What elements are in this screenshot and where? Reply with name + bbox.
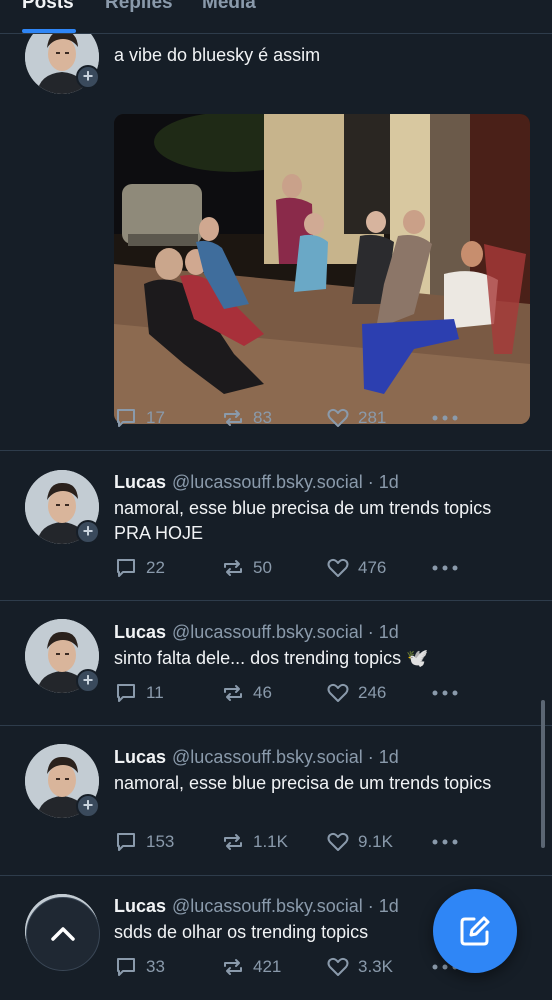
author-handle[interactable]: @lucassouff.bsky.social: [172, 622, 363, 642]
more-options-button[interactable]: [432, 680, 466, 706]
more-icon: [432, 690, 458, 696]
reply-button[interactable]: 17: [114, 405, 165, 431]
reply-count: 22: [146, 558, 165, 577]
post-item[interactable]: + Lucas @lucassouff.bsky.social · 1d sint…: [0, 601, 552, 726]
post-meta: Lucas @lucassouff.bsky.social · 1d: [114, 896, 399, 917]
tab-posts[interactable]: Posts: [22, 0, 74, 14]
heart-icon: [327, 558, 349, 577]
reply-icon: [117, 409, 135, 427]
author-name[interactable]: Lucas: [114, 622, 166, 642]
repost-count: 46: [253, 683, 272, 702]
author-handle[interactable]: @lucassouff.bsky.social: [172, 472, 363, 492]
heart-icon: [327, 683, 349, 702]
repost-icon: [224, 959, 242, 975]
post-image[interactable]: [114, 114, 530, 424]
post-actions: 11 46 246: [114, 680, 534, 706]
author-name[interactable]: Lucas: [114, 472, 166, 492]
post-text: namoral, esse blue precisa de um trends …: [114, 773, 492, 793]
compose-icon: [460, 916, 490, 946]
post-actions: 17 83 281: [114, 405, 534, 431]
follow-button[interactable]: +: [76, 520, 100, 544]
author-handle[interactable]: @lucassouff.bsky.social: [172, 747, 363, 767]
repost-icon: [224, 410, 242, 426]
reply-icon: [117, 958, 135, 976]
post-item[interactable]: + Lucas @lucassouff.bsky.social · 1d namo…: [0, 451, 552, 601]
more-icon: [432, 565, 458, 571]
post-meta: Lucas @lucassouff.bsky.social · 1d: [114, 747, 399, 768]
follow-button[interactable]: +: [76, 65, 100, 89]
like-button[interactable]: 246: [326, 680, 386, 706]
like-button[interactable]: 3.3K: [326, 954, 393, 980]
profile-tabs: Posts Replies Media: [0, 0, 552, 34]
reply-icon: [117, 559, 135, 577]
reply-count: 153: [146, 832, 175, 851]
repost-button[interactable]: 1.1K: [221, 829, 288, 855]
repost-count: 83: [253, 408, 272, 427]
reply-count: 11: [146, 683, 164, 702]
post-meta: Lucas @lucassouff.bsky.social · 1d: [114, 472, 399, 493]
post-text: namoral, esse blue precisa de um trends …: [114, 498, 492, 543]
reply-button[interactable]: 11: [114, 680, 164, 706]
like-button[interactable]: 476: [326, 555, 386, 581]
post-time: · 1d: [367, 896, 399, 916]
repost-button[interactable]: 46: [221, 680, 272, 706]
repost-icon: [224, 685, 242, 701]
repost-count: 421: [253, 957, 282, 976]
post-time: · 1d: [367, 472, 399, 492]
follow-button[interactable]: +: [76, 669, 100, 693]
active-tab-indicator: [22, 29, 76, 33]
post-time: · 1d: [367, 747, 399, 767]
reply-button[interactable]: 33: [114, 954, 165, 980]
post-text: sinto falta dele... dos trending topics …: [114, 648, 429, 668]
tab-media[interactable]: Media: [202, 0, 256, 14]
repost-count: 1.1K: [253, 832, 288, 851]
like-count: 3.3K: [358, 957, 393, 976]
tab-replies[interactable]: Replies: [105, 0, 173, 14]
scrollbar[interactable]: [541, 700, 545, 848]
post-meta: Lucas @lucassouff.bsky.social · 1d: [114, 622, 399, 643]
follow-button[interactable]: +: [76, 794, 100, 818]
author-handle[interactable]: @lucassouff.bsky.social: [172, 896, 363, 916]
reply-count: 17: [146, 408, 165, 427]
like-count: 281: [358, 408, 387, 427]
heart-icon: [327, 408, 349, 427]
repost-button[interactable]: 50: [221, 555, 272, 581]
repost-count: 50: [253, 558, 272, 577]
reply-count: 33: [146, 957, 165, 976]
author-name[interactable]: Lucas: [114, 896, 166, 916]
like-count: 246: [358, 683, 387, 702]
more-icon: [432, 839, 458, 845]
repost-icon: [224, 560, 242, 576]
heart-icon: [327, 957, 349, 976]
reply-button[interactable]: 153: [114, 829, 174, 855]
repost-button[interactable]: 83: [221, 405, 272, 431]
like-count: 476: [358, 558, 387, 577]
like-count: 9.1K: [358, 832, 393, 851]
reply-icon: [117, 833, 135, 851]
heart-icon: [327, 832, 349, 851]
like-button[interactable]: 9.1K: [326, 829, 393, 855]
post-item[interactable]: + Lucas @lucassouff.bsky.social · 1d namo…: [0, 726, 552, 876]
repost-button[interactable]: 421: [221, 954, 281, 980]
more-options-button[interactable]: [432, 405, 466, 431]
repost-icon: [224, 834, 242, 850]
more-options-button[interactable]: [432, 555, 466, 581]
author-name[interactable]: Lucas: [114, 747, 166, 767]
like-button[interactable]: 281: [326, 405, 386, 431]
post-item[interactable]: + a vibe do bluesky é assim 17 83 281: [0, 20, 552, 451]
post-actions: 153 1.1K 9.1K: [114, 829, 534, 855]
post-text: a vibe do bluesky é assim: [114, 45, 321, 65]
scroll-to-top-button[interactable]: [26, 897, 100, 971]
more-options-button[interactable]: [432, 829, 466, 855]
post-time: · 1d: [367, 622, 399, 642]
compose-button[interactable]: [433, 889, 517, 973]
post-actions: 22 50 476: [114, 555, 534, 581]
more-icon: [432, 415, 458, 421]
reply-button[interactable]: 22: [114, 555, 165, 581]
reply-icon: [117, 684, 135, 702]
chevron-up-icon: [51, 927, 75, 941]
